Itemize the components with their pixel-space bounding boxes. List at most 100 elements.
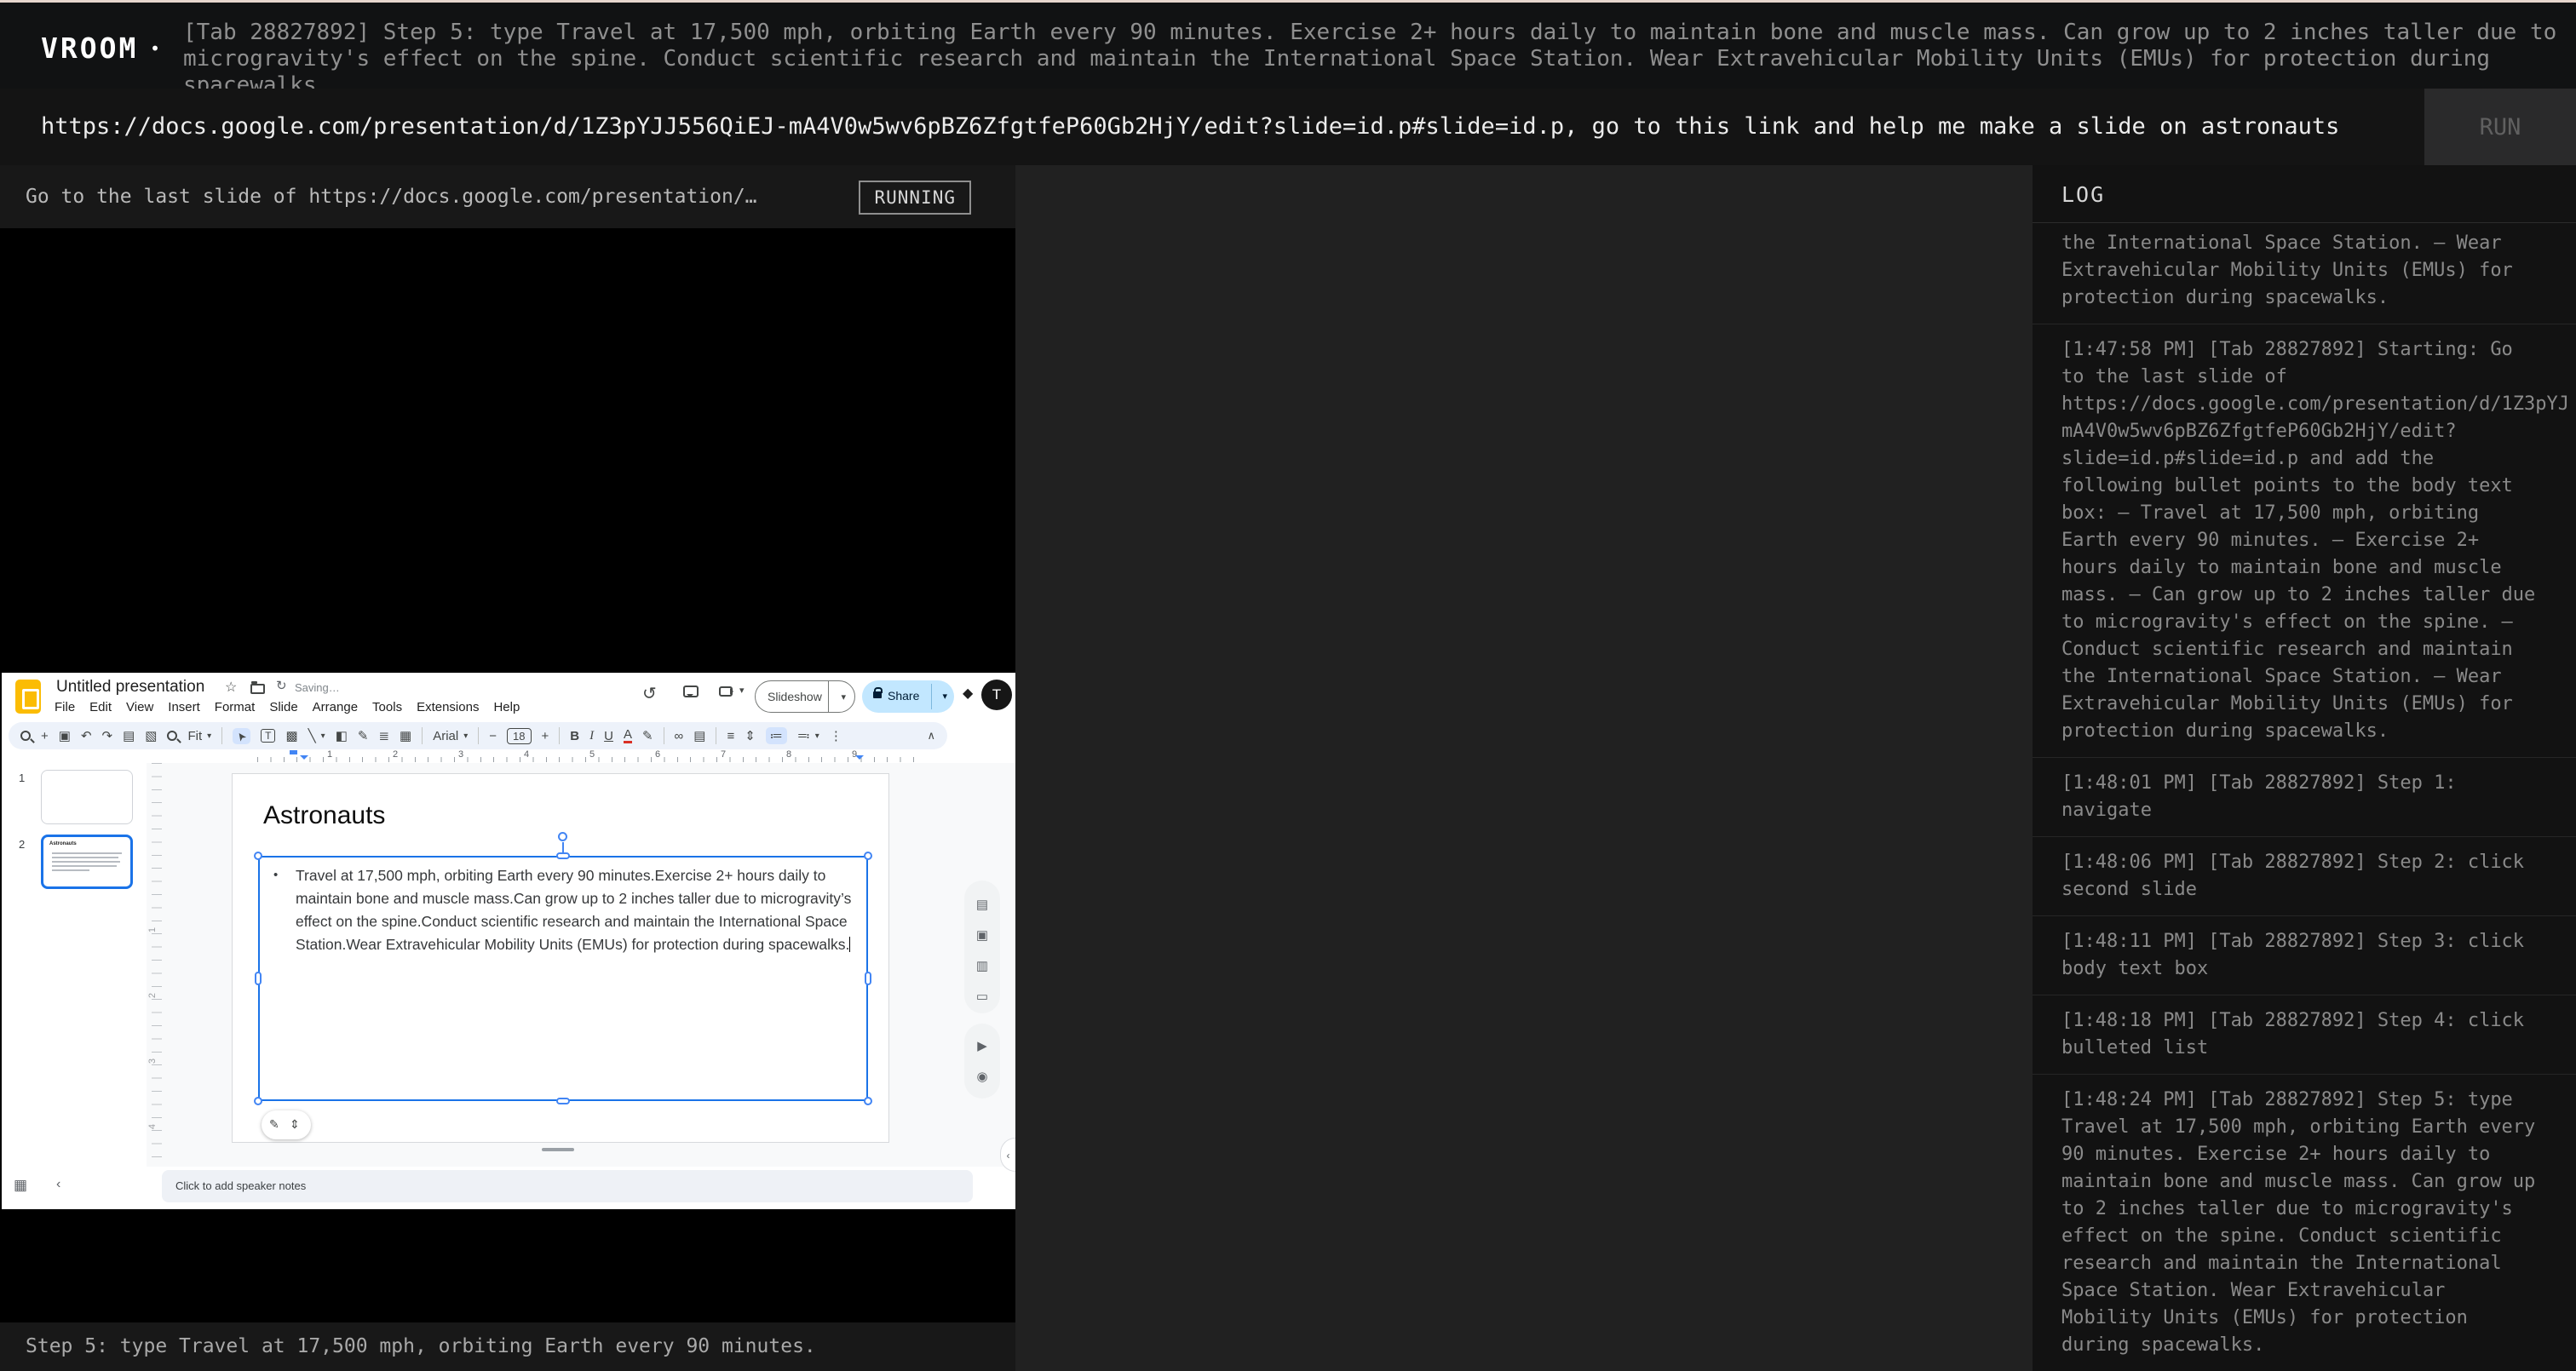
slide-canvas-area[interactable]: Astronauts • Travel at 17,500 mph, orbit…: [147, 763, 1015, 1167]
folder-icon[interactable]: ▭: [964, 984, 1000, 1015]
font-caret-icon[interactable]: ▾: [463, 731, 468, 741]
notes-resize-handle[interactable]: [542, 1148, 574, 1151]
collapse-toolbar-icon[interactable]: ∧: [927, 729, 935, 743]
autofit-icon[interactable]: ⇕: [290, 1117, 300, 1132]
rotate-handle[interactable]: [558, 832, 567, 841]
zoom-in-icon[interactable]: +: [41, 729, 49, 743]
scribble-icon[interactable]: ✎: [269, 1117, 279, 1132]
underline-icon[interactable]: U: [604, 729, 613, 743]
paint-format-icon[interactable]: ▧: [145, 728, 157, 743]
line-caret-icon[interactable]: ▾: [321, 731, 325, 741]
menu-file[interactable]: File: [55, 700, 75, 714]
menu-insert[interactable]: Insert: [168, 700, 200, 714]
selection-handle-ne[interactable]: [864, 852, 872, 860]
border-weight-icon[interactable]: ≣: [378, 728, 389, 743]
presentation-title[interactable]: Untitled presentation: [56, 678, 204, 697]
body-textbox-selected[interactable]: • Travel at 17,500 mph, orbiting Earth e…: [258, 856, 868, 1101]
slideshow-button[interactable]: Slideshow ▾: [755, 680, 855, 713]
slide-title[interactable]: Astronauts: [263, 801, 385, 830]
menu-edit[interactable]: Edit: [89, 700, 112, 714]
print-icon[interactable]: ▤: [123, 728, 135, 743]
fill-color-icon[interactable]: ◧: [336, 728, 348, 743]
fit-dropdown[interactable]: Fit: [187, 729, 202, 743]
fit-caret-icon[interactable]: ▾: [207, 731, 211, 741]
menu-extensions[interactable]: Extensions: [417, 700, 479, 714]
slide-thumbnail-2-selected[interactable]: Astronauts: [41, 835, 133, 889]
font-family-dropdown[interactable]: Arial: [433, 729, 458, 743]
back-chevron-icon[interactable]: ‹: [56, 1177, 60, 1192]
contacts-icon[interactable]: ▥: [964, 954, 1000, 984]
bulleted-list-icon[interactable]: ≔: [766, 727, 787, 744]
menu-arrange[interactable]: Arrange: [313, 700, 358, 714]
numbered-caret-icon[interactable]: ▾: [815, 731, 819, 741]
body-text[interactable]: Travel at 17,500 mph, orbiting Earth eve…: [296, 864, 868, 956]
keep-icon[interactable]: ▣: [964, 923, 1000, 954]
new-slide-icon[interactable]: ▣: [59, 728, 71, 743]
gemini-sparkle-icon[interactable]: ◆: [963, 685, 973, 702]
slideshow-caret-icon[interactable]: ▾: [841, 691, 846, 703]
indent-marker[interactable]: [290, 750, 297, 754]
log-panel[interactable]: LOG the International Space Station. – W…: [2033, 165, 2576, 1371]
google-slides-app[interactable]: Untitled presentation ☆ ↻ Saving… File E…: [2, 673, 1015, 1209]
prompt-bar[interactable]: https://docs.google.com/presentation/d/1…: [0, 89, 2576, 165]
log-entries[interactable]: the International Space Station. – Wear …: [2033, 224, 2576, 1371]
camera-caret-icon[interactable]: ▾: [739, 685, 745, 696]
line-spacing-icon[interactable]: ⇕: [745, 728, 756, 743]
more-options-icon[interactable]: ⋮: [830, 728, 842, 743]
insert-line-icon[interactable]: ╲: [308, 728, 316, 743]
task-bar[interactable]: Go to the last slide of https://docs.goo…: [0, 165, 1015, 228]
insert-link-icon[interactable]: ∞: [675, 729, 684, 743]
selection-handle-sw[interactable]: [254, 1097, 262, 1105]
slides-logo-icon[interactable]: [15, 680, 41, 714]
selection-handle-w[interactable]: [255, 972, 262, 985]
add-comment-icon[interactable]: ▤: [693, 728, 705, 743]
star-icon[interactable]: ☆: [225, 679, 237, 696]
add-video-icon[interactable]: ▶: [964, 1034, 1000, 1064]
selection-handle-s[interactable]: [556, 1098, 570, 1104]
browser-screenshot[interactable]: Untitled presentation ☆ ↻ Saving… File E…: [0, 228, 1015, 1322]
zoom-icon[interactable]: [167, 731, 177, 741]
slide-filmstrip[interactable]: 1 2 Astronauts: [2, 763, 147, 1209]
text-color-icon[interactable]: A: [624, 729, 632, 743]
menu-format[interactable]: Format: [215, 700, 256, 714]
select-tool-icon[interactable]: ➤: [233, 728, 250, 744]
grid-view-icon[interactable]: ▦: [14, 1177, 27, 1194]
floating-format-bar[interactable]: ✎ ⇕: [262, 1110, 311, 1139]
textbox-tool-icon[interactable]: T: [261, 729, 275, 743]
bold-icon[interactable]: B: [570, 729, 579, 743]
selection-handle-n[interactable]: [556, 852, 570, 859]
share-caret-icon[interactable]: ▾: [942, 691, 947, 702]
insert-image-icon[interactable]: ▩: [285, 728, 297, 743]
selection-handle-e[interactable]: [865, 972, 871, 985]
increase-font-icon[interactable]: +: [542, 729, 549, 743]
selection-handle-se[interactable]: [864, 1097, 872, 1105]
move-folder-icon[interactable]: [250, 684, 265, 694]
run-button[interactable]: RUN: [2424, 89, 2576, 165]
meet-camera-icon[interactable]: [719, 686, 733, 697]
avatar[interactable]: T: [981, 680, 1012, 710]
slide-thumbnail-1[interactable]: [41, 770, 133, 824]
menu-slide[interactable]: Slide: [269, 700, 297, 714]
record-icon[interactable]: ◉: [964, 1064, 1000, 1095]
italic-icon[interactable]: I: [589, 729, 594, 743]
menu-view[interactable]: View: [126, 700, 153, 714]
slide-page[interactable]: Astronauts • Travel at 17,500 mph, orbit…: [232, 773, 889, 1143]
highlight-icon[interactable]: ✎: [642, 728, 653, 743]
selection-handle-nw[interactable]: [254, 852, 262, 860]
comments-icon[interactable]: [683, 686, 699, 697]
redo-icon[interactable]: ↷: [102, 728, 113, 743]
version-history-icon[interactable]: ↺: [642, 683, 657, 704]
search-menus-icon[interactable]: [20, 731, 31, 741]
prompt-input[interactable]: https://docs.google.com/presentation/d/1…: [41, 89, 2339, 165]
border-color-icon[interactable]: ✎: [358, 728, 369, 743]
numbered-list-icon[interactable]: ≕: [797, 728, 810, 743]
align-icon[interactable]: ≡: [727, 729, 734, 743]
share-button[interactable]: Share ▾: [862, 680, 954, 713]
decrease-font-icon[interactable]: −: [489, 729, 497, 743]
menu-help[interactable]: Help: [493, 700, 520, 714]
menu-tools[interactable]: Tools: [372, 700, 402, 714]
calendar-icon[interactable]: ▤: [964, 892, 1000, 923]
undo-icon[interactable]: ↶: [81, 728, 92, 743]
font-size-field[interactable]: 18: [507, 728, 531, 744]
border-dash-icon[interactable]: ▦: [400, 728, 411, 743]
